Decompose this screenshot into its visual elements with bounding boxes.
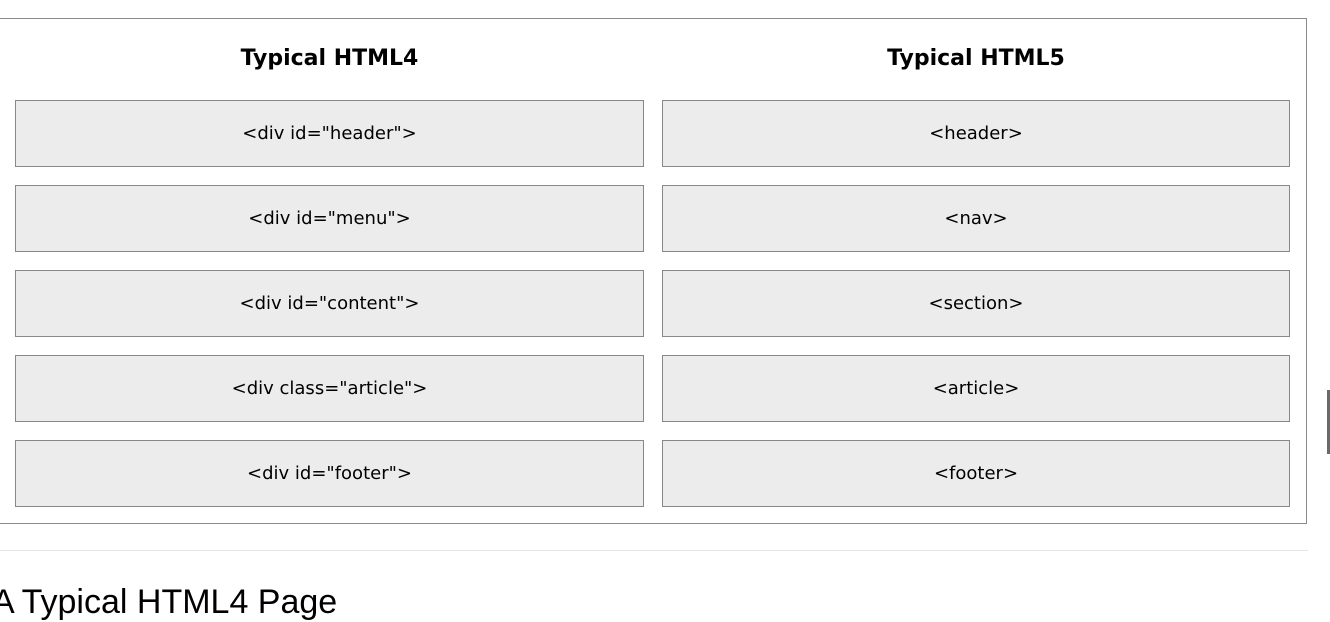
html4-footer-box: <div id="footer"> [15, 440, 644, 507]
html4-content-box: <div id="content"> [15, 270, 644, 337]
html4-menu-box: <div id="menu"> [15, 185, 644, 252]
html4-header-box: <div id="header"> [15, 100, 644, 167]
html4-article-box: <div class="article"> [15, 355, 644, 422]
html4-column-title: Typical HTML4 [240, 46, 419, 71]
html5-article-box: <article> [662, 355, 1290, 422]
section-divider [0, 550, 1308, 551]
html5-nav-box: <nav> [662, 185, 1290, 252]
html5-footer-box: <footer> [662, 440, 1290, 507]
html5-column-title: Typical HTML5 [887, 46, 1065, 71]
html5-header-box: <header> [662, 100, 1290, 167]
section-heading: A Typical HTML4 Page [0, 583, 338, 621]
html5-section-box: <section> [662, 270, 1290, 337]
